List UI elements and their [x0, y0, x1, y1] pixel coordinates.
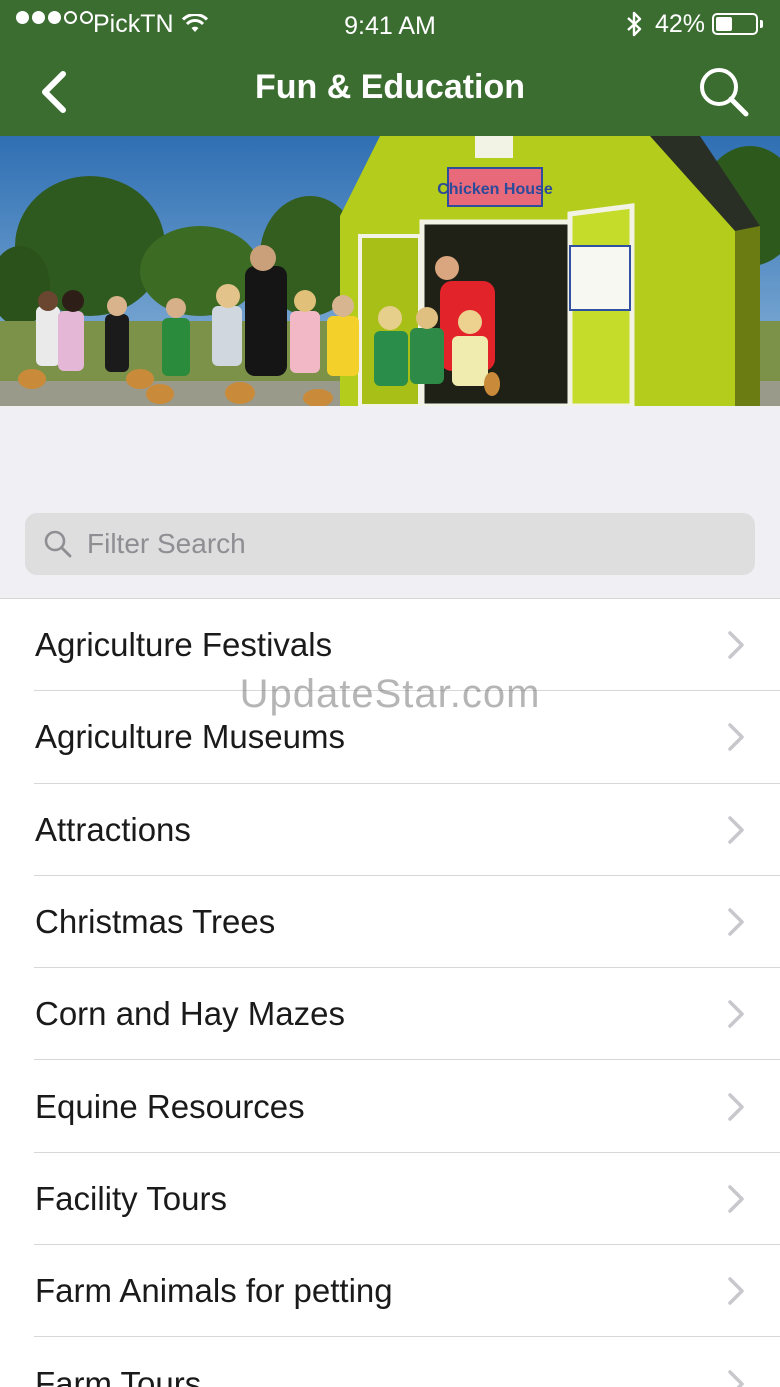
- app-header: PickTN 9:41 AM 42% Fun & Education: [0, 0, 780, 136]
- navigation-bar: Fun & Education: [0, 50, 780, 136]
- list-item[interactable]: Agriculture Museums: [0, 691, 780, 784]
- list-item-label: Christmas Trees: [35, 903, 276, 941]
- list-item-label: Agriculture Festivals: [35, 626, 333, 664]
- list-item-label: Attractions: [35, 810, 191, 848]
- search-icon: [700, 68, 749, 117]
- list-item-label: Equine Resources: [35, 1087, 305, 1125]
- chevron-right-icon: [728, 815, 744, 844]
- list-item[interactable]: Facility Tours: [0, 1153, 780, 1246]
- list-item[interactable]: Corn and Hay Mazes: [0, 968, 780, 1061]
- list-item-label: Agriculture Museums: [35, 718, 345, 756]
- list-item[interactable]: Equine Resources: [0, 1060, 780, 1154]
- search-icon: [44, 530, 72, 558]
- chevron-right-icon: [728, 1000, 744, 1029]
- battery-percent: 42%: [655, 10, 706, 38]
- chevron-right-icon: [728, 631, 744, 659]
- search-button[interactable]: [694, 62, 754, 122]
- page-title: Fun & Education: [254, 68, 526, 106]
- list-item[interactable]: Agriculture Festivals: [0, 599, 780, 692]
- list-item[interactable]: Farm Animals for petting: [0, 1245, 780, 1338]
- chicken-house-sign: Chicken House: [437, 167, 553, 207]
- list-item-label: Facility Tours: [35, 1179, 227, 1217]
- battery-icon: [712, 13, 758, 35]
- list-item[interactable]: Christmas Trees: [0, 876, 780, 969]
- filter-search-input[interactable]: [87, 528, 687, 560]
- chevron-right-icon: [728, 1185, 744, 1213]
- list-item[interactable]: Farm Tours: [0, 1337, 780, 1387]
- hero-image: Chicken House: [0, 136, 780, 406]
- list-item-label: Farm Tours: [35, 1364, 202, 1387]
- chevron-right-icon: [728, 1369, 744, 1387]
- bluetooth-icon: [624, 10, 644, 45]
- chevron-right-icon: [728, 723, 744, 752]
- chevron-right-icon: [728, 1277, 744, 1305]
- list-item[interactable]: Attractions: [0, 784, 780, 877]
- list-item-label: Farm Animals for petting: [35, 1272, 393, 1310]
- svg-text:Chicken House: Chicken House: [437, 181, 553, 198]
- status-bar: PickTN 9:41 AM 42%: [0, 0, 780, 50]
- chevron-right-icon: [728, 908, 744, 936]
- category-list: Agriculture Festivals Agriculture Museum…: [0, 598, 780, 1387]
- chevron-right-icon: [728, 1092, 744, 1121]
- filter-search-field[interactable]: [25, 513, 755, 575]
- list-item-label: Corn and Hay Mazes: [35, 995, 345, 1033]
